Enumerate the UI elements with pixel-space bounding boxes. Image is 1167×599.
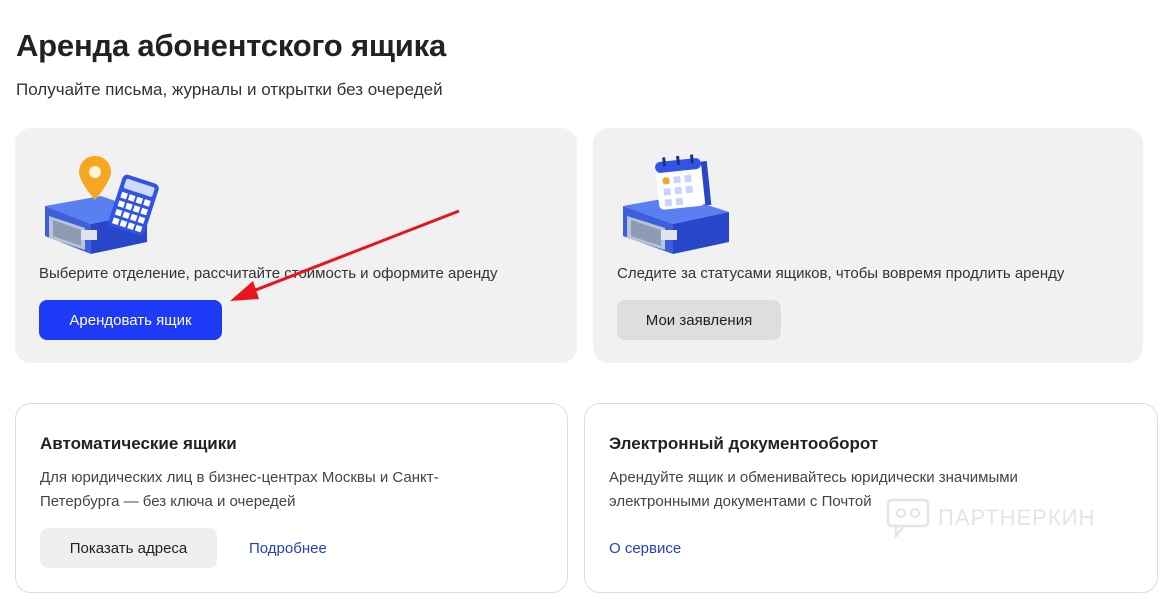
automatic-mailboxes-description: Для юридических лиц в бизнес-центрах Мос…: [40, 469, 439, 510]
watermark-text: ПАРТНЕРКИН: [938, 505, 1096, 530]
more-info-link[interactable]: Подробнее: [249, 540, 327, 557]
mailbox-calculator-icon: [45, 156, 159, 254]
rent-mailbox-button[interactable]: Арендовать ящик: [39, 300, 222, 340]
status-card-description: Следите за статусами ящиков, чтобы вовре…: [617, 265, 1065, 282]
chat-bubble-icon: [886, 498, 930, 538]
automatic-mailboxes-card: Автоматические ящики Для юридических лиц…: [15, 403, 568, 593]
show-addresses-button[interactable]: Показать адреса: [40, 528, 217, 568]
page-subtitle: Получайте письма, журналы и открытки без…: [16, 80, 443, 99]
electronic-documents-heading: Электронный документооборот: [609, 434, 879, 453]
mailbox-calendar-icon: [623, 154, 729, 254]
rent-card-description: Выберите отделение, рассчитайте стоимост…: [39, 265, 498, 282]
my-applications-button[interactable]: Мои заявления: [617, 300, 781, 340]
page-title: Аренда абонентского ящика: [16, 28, 446, 63]
watermark: ПАРТНЕРКИН: [886, 498, 1095, 538]
automatic-mailboxes-heading: Автоматические ящики: [40, 434, 237, 453]
rent-mailbox-card: Выберите отделение, рассчитайте стоимост…: [15, 128, 577, 363]
about-service-link[interactable]: О сервисе: [609, 540, 681, 557]
my-applications-card: Следите за статусами ящиков, чтобы вовре…: [593, 128, 1143, 363]
